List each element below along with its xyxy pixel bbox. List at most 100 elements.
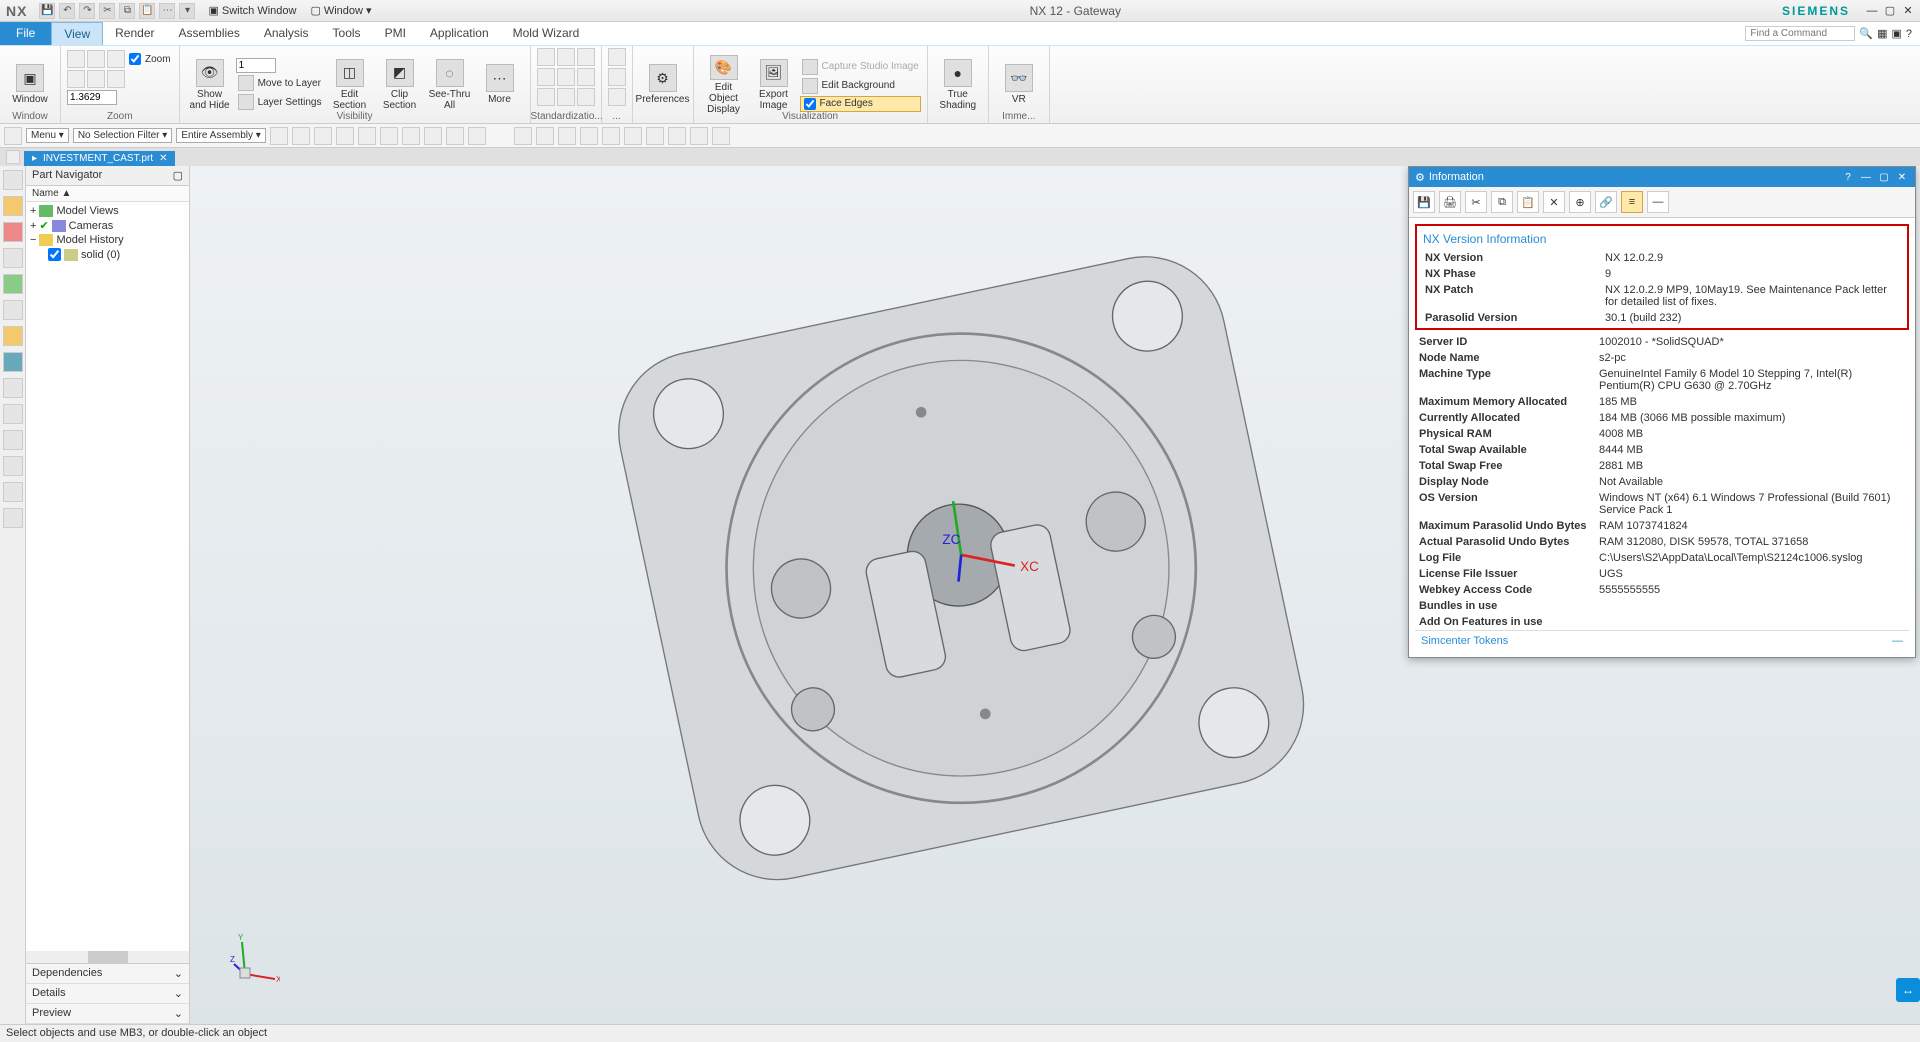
std-icon3[interactable] (577, 48, 595, 66)
rb-icon9[interactable] (3, 378, 23, 398)
std-icon6[interactable] (577, 68, 595, 86)
qat-redo-icon[interactable]: ↷ (79, 3, 95, 19)
find-command-input[interactable] (1745, 26, 1855, 41)
zoom-checkbox[interactable]: Zoom (127, 50, 173, 68)
scale-input[interactable] (236, 58, 276, 73)
tab-mold-wizard[interactable]: Mold Wizard (501, 22, 592, 45)
vr-button[interactable]: 👓VR (995, 55, 1043, 115)
window-menu-button[interactable]: ▢ Window ▾ (303, 3, 378, 18)
ribbon-opt1-icon[interactable]: ▦ (1877, 27, 1887, 40)
tree-cameras[interactable]: +✔Cameras (28, 218, 187, 233)
expand-icon[interactable]: + (30, 220, 36, 232)
info-copy-icon[interactable]: ⧉ (1491, 191, 1513, 213)
qat-paste-icon[interactable]: 📋 (139, 3, 155, 19)
info-toggle-icon[interactable]: ≡ (1621, 191, 1643, 213)
sel-tool9-icon[interactable] (446, 127, 464, 145)
info-link-icon[interactable]: 🔗 (1595, 191, 1617, 213)
zoom-grid1-icon[interactable] (67, 50, 85, 68)
navigator-columns[interactable]: Name ▲ (26, 186, 189, 202)
tree-model-history[interactable]: −Model History (28, 233, 187, 247)
rb-icon13[interactable] (3, 482, 23, 502)
minimize-button[interactable]: — (1864, 3, 1880, 19)
info-print-icon[interactable]: 🖨 (1439, 191, 1461, 213)
rb-icon3[interactable] (3, 222, 23, 242)
zoom-grid3-icon[interactable] (107, 50, 125, 68)
sel-tool4-icon[interactable] (336, 127, 354, 145)
close-button[interactable]: ✕ (1900, 3, 1916, 19)
edit-background-button[interactable]: Edit Background (800, 77, 921, 95)
preferences-button[interactable]: ⚙Preferences (639, 55, 687, 115)
info-close-icon[interactable]: ✕ (1895, 170, 1909, 184)
tab-tools[interactable]: Tools (321, 22, 373, 45)
qat-save-icon[interactable]: 💾 (39, 3, 55, 19)
document-tab[interactable]: ▸ INVESTMENT_CAST.prt ✕ (24, 151, 175, 166)
search-icon[interactable]: 🔍 (1859, 27, 1873, 40)
rb-icon12[interactable] (3, 456, 23, 476)
expand-icon[interactable]: + (30, 205, 36, 217)
tab-assemblies[interactable]: Assemblies (167, 22, 252, 45)
switch-window-button[interactable]: ▣ Switch Window (201, 3, 303, 18)
tab-file[interactable]: File (0, 22, 51, 45)
visibility-more-button[interactable]: ⋯More (476, 55, 524, 115)
menu-icon[interactable] (4, 127, 22, 145)
qat-copy-icon[interactable]: ⧉ (119, 3, 135, 19)
info-delete-icon[interactable]: ✕ (1543, 191, 1565, 213)
zoom-grid4-icon[interactable] (67, 70, 85, 88)
help-icon[interactable]: ? (1906, 28, 1912, 40)
rb-icon4[interactable] (3, 248, 23, 268)
info-collapse-icon[interactable]: — (1647, 191, 1669, 213)
restore-button[interactable]: ▢ (1882, 3, 1898, 19)
selection-filter-dropdown[interactable]: No Selection Filter ▾ (73, 128, 173, 143)
info-help-icon[interactable]: ? (1841, 170, 1855, 184)
misc-icon2[interactable] (608, 68, 626, 86)
simcenter-tokens-section[interactable]: Simcenter Tokens — (1415, 630, 1909, 651)
clip-section-button[interactable]: ◩Clip Section (376, 55, 424, 115)
qat-cut-icon[interactable]: ✂ (99, 3, 115, 19)
sel-tool10-icon[interactable] (468, 127, 486, 145)
rb-icon6[interactable] (3, 300, 23, 320)
std-icon2[interactable] (557, 48, 575, 66)
rb-icon2[interactable] (3, 196, 23, 216)
view-tool1-icon[interactable] (514, 127, 532, 145)
info-cut-icon[interactable]: ✂ (1465, 191, 1487, 213)
sel-tool3-icon[interactable] (314, 127, 332, 145)
rb-icon11[interactable] (3, 430, 23, 450)
view-tool6-icon[interactable] (624, 127, 642, 145)
view-tool9-icon[interactable] (690, 127, 708, 145)
see-thru-button[interactable]: ◌See-Thru All (426, 55, 474, 115)
section-dependencies[interactable]: Dependencies⌄ (26, 964, 189, 984)
capture-studio-button[interactable]: Capture Studio Image (800, 58, 921, 76)
std-icon7[interactable] (537, 88, 555, 106)
show-hide-button[interactable]: 👁Show and Hide (186, 55, 234, 115)
info-maximize-icon[interactable]: ▢ (1877, 170, 1891, 184)
export-image-button[interactable]: 🖼Export Image (750, 55, 798, 115)
view-tool2-icon[interactable] (536, 127, 554, 145)
info-titlebar[interactable]: ⚙ Information ? — ▢ ✕ (1409, 167, 1915, 187)
sel-tool8-icon[interactable] (424, 127, 442, 145)
sel-tool1-icon[interactable] (270, 127, 288, 145)
doc-tab-home-icon[interactable] (6, 150, 20, 164)
view-tool7-icon[interactable] (646, 127, 664, 145)
assembly-scope-dropdown[interactable]: Entire Assembly ▾ (176, 128, 266, 143)
edit-section-button[interactable]: ◫Edit Section (326, 55, 374, 115)
sel-tool7-icon[interactable] (402, 127, 420, 145)
menu-dropdown[interactable]: Menu ▾ (26, 128, 69, 143)
document-tab-close-icon[interactable]: ✕ (159, 153, 167, 164)
3d-viewport[interactable]: XC ZC X Y Z ⚙ Information ? — ▢ ✕ 💾 (190, 166, 1920, 1024)
tree-model-views[interactable]: +Model Views (28, 204, 187, 218)
edit-object-display-button[interactable]: 🎨Edit Object Display (700, 55, 748, 115)
section-preview[interactable]: Preview⌄ (26, 1004, 189, 1024)
view-tool5-icon[interactable] (602, 127, 620, 145)
qat-undo-icon[interactable]: ↶ (59, 3, 75, 19)
hscroll[interactable] (88, 951, 128, 963)
move-to-layer-button[interactable]: Move to Layer (236, 74, 324, 92)
rb-icon14[interactable] (3, 508, 23, 528)
expand-icon[interactable]: − (30, 234, 36, 246)
info-minimize-icon[interactable]: — (1859, 170, 1873, 184)
rb-icon5[interactable] (3, 274, 23, 294)
tab-pmi[interactable]: PMI (373, 22, 418, 45)
tab-analysis[interactable]: Analysis (252, 22, 321, 45)
qat-dropdown-icon[interactable]: ▾ (179, 3, 195, 19)
sel-tool6-icon[interactable] (380, 127, 398, 145)
rb-navigator-icon[interactable] (3, 170, 23, 190)
